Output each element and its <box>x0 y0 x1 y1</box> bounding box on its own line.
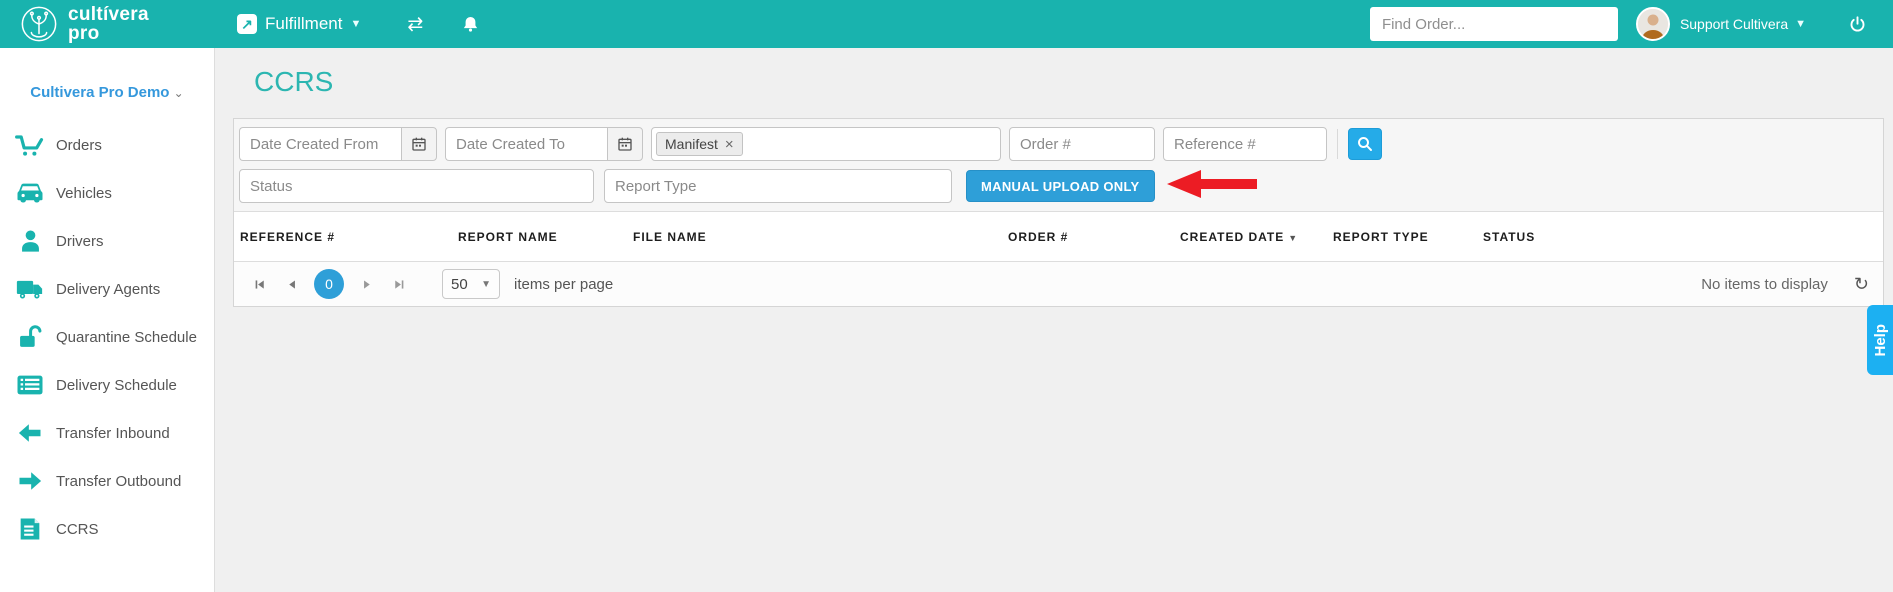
column-header-file-name[interactable]: FILE NAME <box>633 230 1008 244</box>
table-header-row: REFERENCE # REPORT NAME FILE NAME ORDER … <box>234 212 1883 262</box>
arrow-right-icon <box>12 467 48 495</box>
app-menu-label: Fulfillment <box>265 14 343 33</box>
sidebar-item-label: Delivery Agents <box>56 280 161 298</box>
page-size-select[interactable]: 50 ▼ <box>442 269 500 299</box>
order-number-input[interactable] <box>1009 127 1155 161</box>
date-created-to-field <box>445 127 643 161</box>
company-name-label: Cultivera Pro Demo <box>30 84 170 101</box>
app-switcher-menu[interactable]: ↗ Fulfillment ▼ <box>237 14 361 34</box>
ccrs-grid: Manifest × <box>233 118 1884 307</box>
column-header-report-type[interactable]: REPORT TYPE <box>1333 230 1483 244</box>
last-page-button[interactable] <box>385 271 411 297</box>
schedule-list-icon <box>12 370 48 400</box>
company-selector[interactable]: Cultivera Pro Demo ⌄ <box>0 48 214 121</box>
sidebar-item-label: Delivery Schedule <box>56 376 177 394</box>
toolbar-divider <box>1337 129 1338 159</box>
notifications-bell-icon[interactable] <box>461 15 480 34</box>
calendar-icon[interactable] <box>401 127 437 161</box>
transfer-type-multiselect[interactable]: Manifest × <box>651 127 1001 161</box>
sidebar-item-label: Transfer Outbound <box>56 472 182 490</box>
user-menu[interactable]: Support Cultivera ▼ <box>1680 16 1806 32</box>
pager: 0 50 ▼ items per page No items to displa… <box>234 262 1883 306</box>
annotation-arrow-icon <box>1167 170 1259 198</box>
sidebar-item-delivery-agents[interactable]: Delivery Agents <box>0 265 214 313</box>
column-header-created-date[interactable]: CREATED DATE ▼ <box>1180 230 1333 244</box>
document-icon <box>12 515 48 543</box>
date-created-from-input[interactable] <box>239 127 401 161</box>
sidebar-item-label: Vehicles <box>56 184 112 202</box>
chevron-down-icon: ▼ <box>1795 18 1806 30</box>
refresh-icon[interactable]: ↻ <box>1854 274 1869 295</box>
cart-icon <box>12 129 48 161</box>
sidebar-item-label: Orders <box>56 136 102 154</box>
logo-word-2: pro <box>68 23 100 44</box>
fulfillment-launch-icon: ↗ <box>237 14 257 34</box>
sidebar-item-quarantine-schedule[interactable]: Quarantine Schedule <box>0 313 214 361</box>
date-created-from-field <box>239 127 437 161</box>
sidebar-item-transfer-outbound[interactable]: Transfer Outbound <box>0 457 214 505</box>
filter-toolbar: Manifest × <box>234 119 1883 212</box>
sidebar-item-label: CCRS <box>56 520 99 538</box>
sidebar-item-ccrs[interactable]: CCRS <box>0 505 214 553</box>
column-header-reference[interactable]: REFERENCE # <box>240 230 458 244</box>
column-header-status[interactable]: STATUS <box>1483 230 1883 244</box>
column-header-report-name[interactable]: REPORT NAME <box>458 230 633 244</box>
search-icon <box>1356 135 1374 153</box>
previous-page-button[interactable] <box>279 271 305 297</box>
column-header-order[interactable]: ORDER # <box>1008 230 1180 244</box>
sidebar-item-delivery-schedule[interactable]: Delivery Schedule <box>0 361 214 409</box>
sidebar-item-vehicles[interactable]: Vehicles <box>0 169 214 217</box>
search-button[interactable] <box>1348 128 1382 160</box>
find-order-input[interactable] <box>1369 7 1618 41</box>
chevron-down-icon: ▼ <box>350 18 362 30</box>
manifest-filter-chip[interactable]: Manifest × <box>656 132 743 156</box>
chip-label: Manifest <box>665 136 718 152</box>
switch-company-icon[interactable]: ⇄ <box>407 13 423 36</box>
main-content: CCRS Date Created From Date Created To M… <box>216 48 1893 592</box>
current-page-badge[interactable]: 0 <box>314 269 344 299</box>
no-items-message: No items to display <box>1701 275 1828 293</box>
report-type-filter-input[interactable] <box>604 169 952 203</box>
sidebar-item-label: Drivers <box>56 232 104 250</box>
sidebar-item-orders[interactable]: Orders <box>0 121 214 169</box>
sidebar-nav: Orders Vehicles Drivers Delivery Agents … <box>0 121 214 553</box>
next-page-button[interactable] <box>353 271 379 297</box>
user-avatar[interactable] <box>1635 7 1670 41</box>
chevron-down-icon: ⌄ <box>173 86 184 100</box>
first-page-button[interactable] <box>247 271 273 297</box>
reference-number-input[interactable] <box>1163 127 1327 161</box>
sort-desc-icon: ▼ <box>1288 232 1299 243</box>
user-name-label: Support Cultivera <box>1679 16 1789 32</box>
sidebar: Cultivera Pro Demo ⌄ Orders Vehicles Dri… <box>0 48 215 592</box>
calendar-icon[interactable] <box>607 127 643 161</box>
items-per-page-label: items per page <box>514 275 614 293</box>
power-logout-icon[interactable] <box>1848 15 1867 34</box>
status-filter-input[interactable] <box>239 169 594 203</box>
cultivera-logo: cultívera pro <box>0 5 215 43</box>
date-created-to-input[interactable] <box>445 127 607 161</box>
logo-word-1: cultívera <box>68 4 149 25</box>
chevron-down-icon: ▼ <box>481 278 491 290</box>
page-size-value: 50 <box>451 275 468 293</box>
help-tab-label: Help <box>1871 323 1889 357</box>
top-header: cultívera pro ↗ Fulfillment ▼ ⇄ Support … <box>0 0 1893 48</box>
sidebar-item-transfer-inbound[interactable]: Transfer Inbound <box>0 409 214 457</box>
open-lock-icon <box>12 323 48 351</box>
page-title: CCRS <box>254 66 334 97</box>
sidebar-item-label: Transfer Inbound <box>56 424 170 442</box>
sidebar-item-drivers[interactable]: Drivers <box>0 217 214 265</box>
truck-icon <box>12 274 48 304</box>
person-icon <box>12 228 48 255</box>
sidebar-item-label: Quarantine Schedule <box>56 328 197 346</box>
arrow-left-icon <box>12 419 48 447</box>
car-icon <box>12 178 48 208</box>
remove-chip-icon[interactable]: × <box>725 137 734 152</box>
manual-upload-only-button[interactable]: MANUAL UPLOAD ONLY <box>966 170 1155 202</box>
cultivera-logo-icon <box>20 5 58 43</box>
help-tab[interactable]: Help <box>1867 305 1893 375</box>
